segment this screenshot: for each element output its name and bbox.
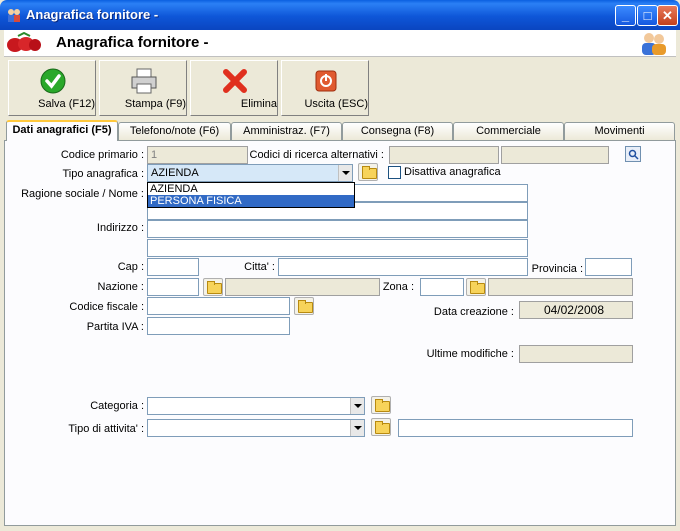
exit-icon bbox=[315, 70, 337, 92]
tab-dati-anagrafici[interactable]: Dati anagrafici (F5) bbox=[6, 120, 118, 141]
form-header: Anagrafica fornitore - bbox=[4, 30, 676, 57]
nazione-field[interactable] bbox=[147, 278, 199, 296]
tab-movimenti[interactable]: Movimenti bbox=[564, 122, 675, 140]
tab-amministrazione[interactable]: Amministraz. (F7) bbox=[231, 122, 342, 140]
tipo-anagrafica-select[interactable]: AZIENDA bbox=[147, 164, 353, 182]
categoria-folder-icon[interactable] bbox=[371, 396, 391, 414]
codice-primario-label: Codice primario : bbox=[60, 149, 144, 161]
ultime-modifiche-label: Ultime modifiche : bbox=[426, 348, 514, 360]
disattiva-label: Disattiva anagrafica bbox=[404, 166, 501, 178]
tipo-anagrafica-dropdown[interactable]: AZIENDA PERSONA FISICA bbox=[147, 182, 355, 208]
minimize-button[interactable]: _ bbox=[615, 5, 636, 26]
title-bar: Anagrafica fornitore - _ □ ✕ bbox=[0, 0, 680, 30]
dropdown-option-azienda[interactable]: AZIENDA bbox=[148, 183, 354, 195]
indirizzo-label: Indirizzo : bbox=[96, 222, 144, 234]
window-title: Anagrafica fornitore - bbox=[26, 7, 159, 22]
tipo-attivita-select[interactable] bbox=[147, 419, 365, 437]
codice-ricerca-field-2[interactable] bbox=[501, 146, 609, 164]
nazione-folder-icon[interactable] bbox=[203, 278, 223, 296]
tipo-anagrafica-label: Tipo anagrafica : bbox=[62, 168, 144, 180]
checkmark-icon bbox=[40, 68, 66, 94]
tipo-attivita-description-field[interactable] bbox=[398, 419, 633, 437]
print-button-label: Stampa (F9) bbox=[124, 98, 186, 110]
codice-fiscale-label: Codice fiscale : bbox=[69, 301, 144, 313]
indirizzo-field-2[interactable] bbox=[147, 239, 528, 257]
print-button[interactable]: Stampa (F9) bbox=[99, 60, 187, 116]
tipo-anagrafica-value: AZIENDA bbox=[151, 167, 199, 179]
save-button-label: Salva (F12) bbox=[38, 98, 95, 110]
search-codes-button[interactable] bbox=[625, 146, 641, 162]
codice-fiscale-folder-icon[interactable] bbox=[294, 297, 314, 315]
tab-consegna[interactable]: Consegna (F8) bbox=[342, 122, 453, 140]
printer-icon bbox=[131, 68, 157, 94]
exit-button[interactable]: Uscita (ESC) bbox=[281, 60, 369, 116]
categoria-chevron-down-icon[interactable] bbox=[350, 398, 364, 414]
zona-folder-icon[interactable] bbox=[466, 278, 486, 296]
partita-iva-label: Partita IVA : bbox=[86, 321, 144, 333]
red-x-icon bbox=[223, 69, 247, 93]
tipo-attivita-chevron-down-icon[interactable] bbox=[350, 420, 364, 436]
zona-description-field bbox=[488, 278, 633, 296]
codice-ricerca-field-1[interactable] bbox=[389, 146, 499, 164]
nazione-description-field bbox=[225, 278, 380, 296]
codici-ricerca-label: Codici di ricerca alternativi : bbox=[249, 149, 385, 161]
ultime-modifiche-field bbox=[519, 345, 633, 363]
citta-label: Citta' : bbox=[244, 261, 275, 273]
users-icon[interactable] bbox=[640, 30, 668, 56]
close-button[interactable]: ✕ bbox=[657, 5, 678, 26]
provincia-label: Provincia : bbox=[531, 263, 583, 275]
categoria-select[interactable] bbox=[147, 397, 365, 415]
zona-label: Zona : bbox=[382, 281, 414, 293]
nazione-label: Nazione : bbox=[97, 281, 144, 293]
codice-fiscale-field[interactable] bbox=[147, 297, 290, 315]
indirizzo-field-1[interactable] bbox=[147, 220, 528, 238]
magnifier-icon bbox=[628, 149, 639, 160]
partita-iva-field[interactable] bbox=[147, 317, 290, 335]
maximize-button[interactable]: □ bbox=[637, 5, 658, 26]
codice-primario-field[interactable]: 1 bbox=[147, 146, 248, 164]
chevron-down-icon[interactable] bbox=[338, 165, 352, 181]
save-button[interactable]: Salva (F12) bbox=[8, 60, 96, 116]
categoria-label: Categoria : bbox=[90, 400, 144, 412]
provincia-field[interactable] bbox=[585, 258, 632, 276]
folder-icon[interactable] bbox=[358, 163, 378, 181]
exit-button-label: Uscita (ESC) bbox=[304, 98, 368, 110]
ragione-sociale-label: Ragione sociale / Nome : bbox=[21, 188, 144, 200]
zona-field[interactable] bbox=[420, 278, 464, 296]
tab-commerciale[interactable]: Commerciale bbox=[453, 122, 564, 140]
dropdown-option-persona-fisica[interactable]: PERSONA FISICA bbox=[148, 195, 354, 207]
app-icon bbox=[8, 9, 20, 22]
cap-field[interactable] bbox=[147, 258, 199, 276]
tipo-attivita-folder-icon[interactable] bbox=[371, 418, 391, 436]
data-creazione-field: 04/02/2008 bbox=[519, 301, 633, 319]
citta-field[interactable] bbox=[278, 258, 528, 276]
berries-logo-icon bbox=[7, 32, 41, 52]
delete-button-label: Elimina bbox=[240, 98, 277, 110]
tipo-attivita-label: Tipo di attivita' : bbox=[68, 423, 144, 435]
tab-telefono-note[interactable]: Telefono/note (F6) bbox=[118, 122, 231, 140]
data-creazione-label: Data creazione : bbox=[433, 306, 514, 318]
disattiva-checkbox[interactable] bbox=[388, 166, 401, 179]
page-title: Anagrafica fornitore - bbox=[56, 34, 209, 51]
delete-button[interactable]: Elimina bbox=[190, 60, 278, 116]
cap-label: Cap : bbox=[117, 261, 144, 273]
toolbar: Salva (F12) Stampa (F9) Elimina Uscita (… bbox=[4, 58, 676, 120]
